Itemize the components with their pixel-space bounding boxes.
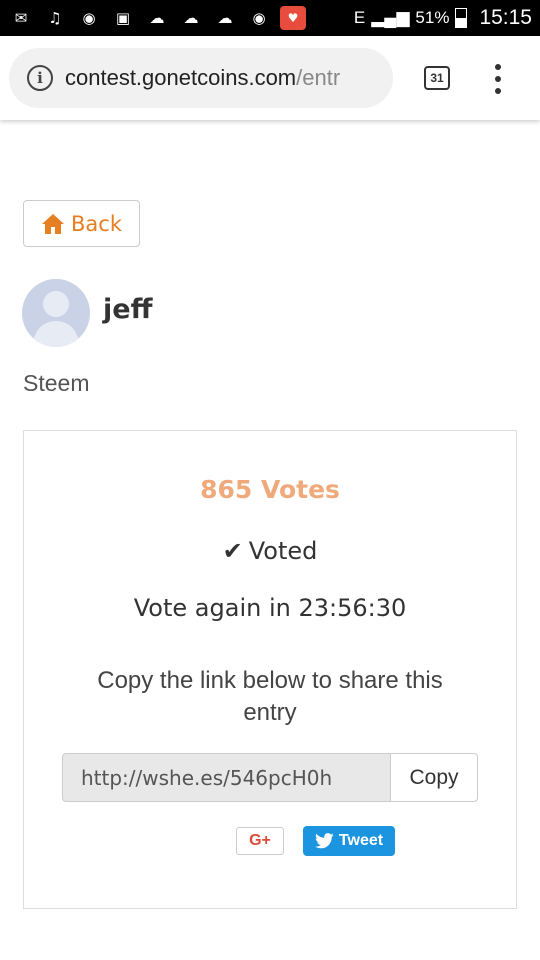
tweet-button[interactable]: Tweet	[303, 826, 395, 856]
voted-label: Voted	[248, 537, 318, 565]
address-bar[interactable]: i contest.gonetcoins.com/entr	[9, 48, 393, 108]
app-icon: ♥	[280, 6, 306, 30]
username: jeff	[103, 294, 153, 325]
share-instructions: Copy the link below to share this entry	[97, 667, 443, 726]
signal-icon: ▂▄▆	[371, 8, 410, 27]
message-icon: ✉	[14, 9, 28, 27]
copy-button-label: Copy	[409, 765, 459, 789]
share-link-field[interactable]: http://wshe.es/546pcH0h	[62, 753, 391, 802]
vote-again-timer: Vote again in 23:56:30	[133, 594, 407, 622]
google-plus-share-button[interactable]: G+	[236, 827, 284, 855]
info-icon[interactable]: i	[27, 65, 53, 91]
url-path: /entr	[296, 65, 341, 90]
tab-count: 31	[430, 71, 444, 85]
vote-count: 865 Votes	[200, 475, 340, 504]
voted-status: ✔ Voted	[0, 537, 540, 565]
status-bar: ✉ ♫ ◉ ▣ ☁ ☁ ☁ ◉ ♥ E ▂▄▆ 51% 15:15	[0, 0, 540, 36]
battery-icon	[455, 8, 468, 28]
network-type: E	[353, 8, 366, 27]
back-button[interactable]: Back	[23, 200, 140, 247]
cloud-icon: ☁	[217, 9, 233, 27]
copy-button[interactable]: Copy	[390, 753, 478, 802]
cloud-icon: ☁	[149, 9, 165, 27]
overflow-menu-icon[interactable]	[488, 64, 508, 94]
share-link-value: http://wshe.es/546pcH0h	[81, 765, 333, 790]
google-plus-icon: G+	[249, 832, 271, 849]
clock: 15:15	[479, 6, 532, 29]
tweet-button-label: Tweet	[338, 832, 384, 849]
entry-category: Steem	[23, 370, 90, 396]
url-text[interactable]: contest.gonetcoins.com/entr	[65, 65, 340, 91]
url-host: contest.gonetcoins.com	[65, 65, 297, 90]
avatar	[22, 279, 90, 347]
notification-icons: ✉ ♫ ◉ ▣ ☁ ☁ ☁ ◉ ♥	[8, 6, 306, 30]
home-icon	[42, 213, 64, 234]
gallery-icon: ▣	[115, 9, 131, 27]
instagram-icon: ◉	[82, 9, 96, 27]
cloud-icon: ☁	[183, 9, 199, 27]
check-icon: ✔	[222, 537, 243, 565]
instagram-icon: ◉	[252, 9, 266, 27]
back-button-label: Back	[71, 211, 122, 236]
music-icon: ♫	[48, 9, 62, 27]
twitter-bird-icon	[314, 833, 334, 849]
browser-toolbar: i contest.gonetcoins.com/entr 31	[0, 36, 540, 120]
tab-switcher-button[interactable]: 31	[424, 66, 450, 90]
battery-percent: 51%	[415, 8, 450, 27]
status-right: E ▂▄▆ 51% 15:15	[354, 6, 532, 30]
